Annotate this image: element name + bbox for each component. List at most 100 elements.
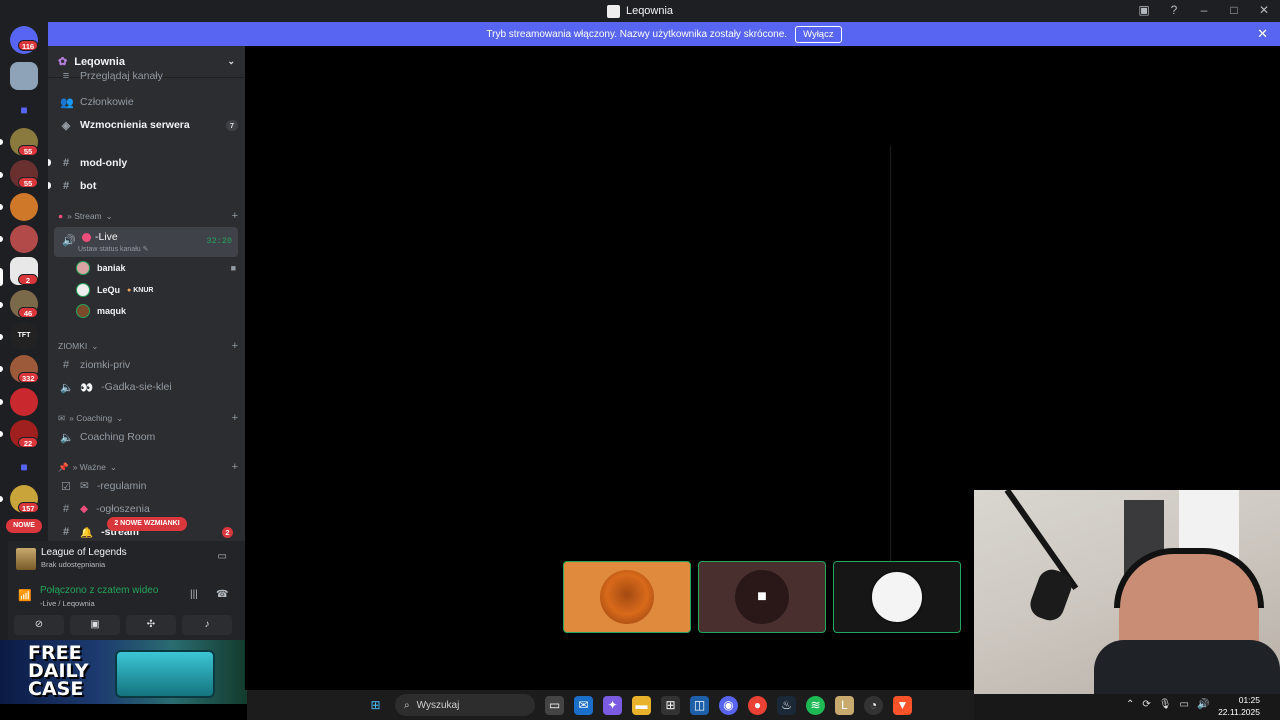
- help-icon[interactable]: ?: [1166, 2, 1182, 18]
- windows-start-icon[interactable]: ⊞: [366, 696, 385, 715]
- server-icon[interactable]: [10, 388, 38, 416]
- voice-user[interactable]: baniak ■: [76, 258, 236, 278]
- envelope-icon: ✉: [80, 480, 89, 492]
- disable-streamer-mode-button[interactable]: Wyłącz: [795, 25, 842, 43]
- add-channel-icon[interactable]: +: [232, 461, 238, 473]
- pencil-icon: ✎: [142, 246, 149, 253]
- minimize-button[interactable]: –: [1196, 2, 1212, 18]
- close-window-button[interactable]: ✕: [1256, 2, 1272, 18]
- folder-icon[interactable]: ■: [10, 96, 38, 124]
- voice-user[interactable]: maquk: [76, 301, 236, 321]
- soundboard-button[interactable]: ♪: [182, 615, 232, 635]
- disconnect-icon[interactable]: ☎: [216, 589, 228, 600]
- chevron-down-icon: ⌄: [227, 56, 235, 66]
- channel-coaching-room[interactable]: 🔈 Coaching Room: [56, 426, 238, 448]
- sync-icon[interactable]: ⟳: [1142, 699, 1150, 710]
- participant-tile[interactable]: ■: [698, 561, 826, 633]
- task-view-icon[interactable]: ▭: [545, 695, 564, 715]
- copilot-icon[interactable]: ✦: [603, 695, 622, 715]
- channel-mod-only[interactable]: # mod-only: [56, 152, 238, 174]
- taskbar-search[interactable]: ⌕ Wyszukaj: [395, 694, 535, 716]
- category-coaching[interactable]: ✉ » Coaching ⌄ +: [58, 411, 238, 425]
- file-explorer-icon[interactable]: ▬: [632, 695, 651, 715]
- chrome-icon[interactable]: ●: [748, 695, 767, 715]
- streamer-mode-notice: Tryb streamowania włączony. Nazwy użytko…: [48, 22, 1280, 46]
- connected-channel[interactable]: -Live / Leqownia: [40, 599, 95, 608]
- server-boosts-item[interactable]: ◈ Wzmocnienia serwera 7: [56, 114, 238, 136]
- server-icon[interactable]: [10, 225, 38, 253]
- participant-tile[interactable]: [833, 561, 961, 633]
- hash-icon: #: [62, 359, 70, 371]
- folder-icon[interactable]: ■: [10, 453, 38, 481]
- noise-suppression-icon[interactable]: |||: [190, 589, 198, 600]
- new-servers-badge[interactable]: NOWE: [6, 519, 42, 533]
- speaker-icon: 🔈: [60, 381, 74, 394]
- chevron-down-icon: ⌄: [109, 461, 117, 472]
- channel-regulamin[interactable]: ☑ ✉ -regulamin: [56, 475, 238, 497]
- category-stream[interactable]: ● » Stream ⌄ +: [58, 209, 238, 223]
- inbox-icon[interactable]: ▣: [1136, 2, 1152, 18]
- tft-server-icon[interactable]: TFT: [10, 322, 38, 350]
- boost-icon: ◈: [61, 119, 71, 132]
- channel-label: ziomki-priv: [80, 359, 131, 371]
- window-title: Leqownia: [606, 4, 673, 18]
- camera-off-button[interactable]: ⊘: [14, 615, 64, 635]
- add-channel-icon[interactable]: +: [232, 412, 238, 424]
- steam-icon[interactable]: ♨: [777, 695, 796, 715]
- game-name: League of Legends: [41, 547, 127, 558]
- unread-pill: [0, 204, 3, 210]
- outlook-icon[interactable]: ✉: [574, 695, 593, 715]
- maximize-button[interactable]: □: [1226, 2, 1242, 18]
- members-icon: 👥: [60, 96, 74, 109]
- category-ziomki[interactable]: ZIOMKI ⌄ +: [58, 339, 238, 353]
- voice-channel-live[interactable]: 🔊 -Live Ustaw status kanału ✎ 32:20: [54, 227, 238, 257]
- title-bar: Leqownia ▣ ? – □ ✕: [0, 0, 1280, 22]
- channel-ziomki-priv[interactable]: # ziomki-priv: [56, 354, 238, 376]
- category-wazne[interactable]: 📌 » Ważne ⌄ +: [58, 460, 238, 474]
- browse-channels[interactable]: ≡ Przeglądaj kanały: [56, 69, 238, 83]
- new-mentions-badge[interactable]: 2 NOWE WZMIANKI: [107, 517, 187, 531]
- spotify-icon[interactable]: ≋: [806, 695, 825, 715]
- avatar: [76, 283, 90, 297]
- activities-button[interactable]: ✣: [126, 615, 176, 635]
- store-icon[interactable]: ⊞: [661, 695, 680, 715]
- app-icon[interactable]: ◔: [864, 695, 883, 715]
- league-client-icon[interactable]: L: [835, 695, 854, 715]
- discord-icon[interactable]: ◉: [719, 695, 738, 715]
- channel-gadka[interactable]: 🔈 👀 -Gadka-sie-klei: [56, 376, 238, 398]
- close-notice-icon[interactable]: ✕: [1257, 26, 1268, 42]
- microphone-icon[interactable]: 🎙: [1159, 699, 1172, 710]
- add-channel-icon[interactable]: +: [232, 210, 238, 222]
- add-channel-icon[interactable]: +: [232, 340, 238, 352]
- activity-panel: League of Legends Brak udostępniania ▭: [8, 541, 245, 578]
- server-icon[interactable]: [10, 62, 38, 90]
- volume-icon[interactable]: 🔊: [1197, 699, 1209, 710]
- app-icon[interactable]: ◫: [690, 695, 709, 715]
- signal-icon[interactable]: 📶: [18, 589, 32, 602]
- screen-share-button[interactable]: ▣: [70, 615, 120, 635]
- network-icon[interactable]: ▭: [1179, 699, 1188, 710]
- set-channel-status[interactable]: Ustaw status kanału ✎: [78, 245, 148, 253]
- envelope-icon: ✉: [58, 412, 66, 423]
- brave-icon[interactable]: ▼: [893, 695, 912, 715]
- clock[interactable]: 01:25 22.11.2025: [1218, 694, 1260, 718]
- notice-text: Tryb streamowania włączony. Nazwy użytko…: [486, 28, 788, 40]
- share-screen-icon[interactable]: ▭: [218, 551, 227, 562]
- user-tag: ● KNUR: [127, 287, 153, 294]
- participant-tile[interactable]: [563, 561, 691, 633]
- avatar: [600, 570, 654, 624]
- hash-icon: #: [62, 503, 70, 515]
- camera-icon: ■: [230, 263, 236, 273]
- voice-user[interactable]: LeQu ● KNUR: [76, 280, 236, 300]
- unread-pill: [0, 431, 3, 437]
- channel-bot[interactable]: # bot: [56, 175, 238, 197]
- hash-icon: #: [62, 180, 70, 192]
- channel-label: -regulamin: [96, 480, 147, 492]
- hash-icon: #: [62, 526, 70, 538]
- server-icon[interactable]: [10, 193, 38, 221]
- members-item[interactable]: 👥 Członkowie: [56, 91, 238, 113]
- category-label: » Coaching: [69, 413, 113, 423]
- server-badge: 2: [18, 274, 38, 285]
- chevron-up-icon[interactable]: ⌃: [1126, 699, 1134, 710]
- alarm-icon: ◆: [80, 503, 89, 515]
